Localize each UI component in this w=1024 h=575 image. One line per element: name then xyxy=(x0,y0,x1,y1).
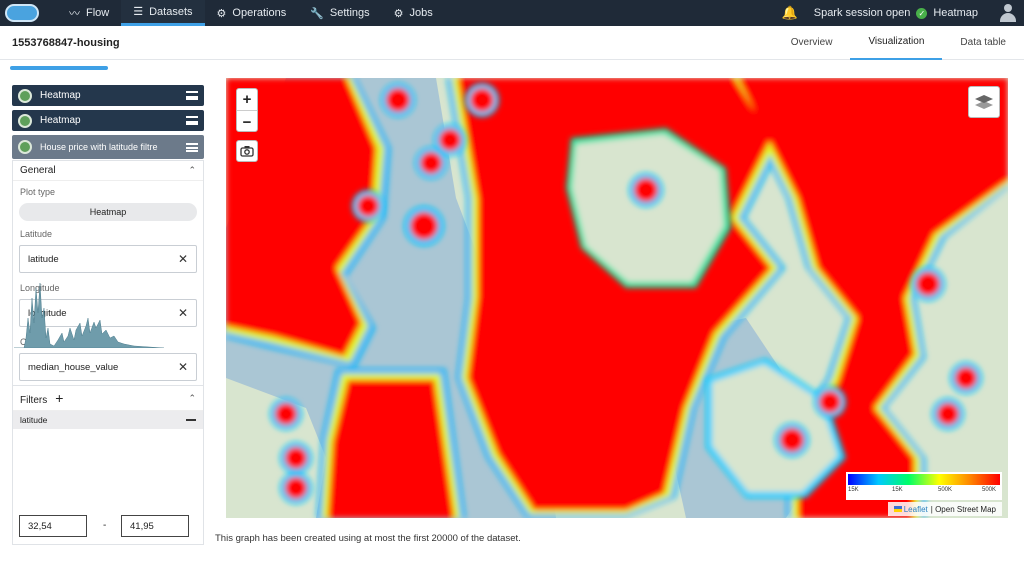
dataset-note: This graph has been created using at mos… xyxy=(215,533,521,544)
nav-flow[interactable]: 〰 Flow xyxy=(57,0,121,26)
filter-item-latitude[interactable]: latitude xyxy=(13,411,203,429)
histogram-area xyxy=(14,282,165,348)
heatmap-map[interactable]: + − 15K 15K 500K 500K Leaflet | Open Str… xyxy=(226,78,1008,518)
count-value: median_house_value xyxy=(28,361,119,373)
layer-map-icon xyxy=(18,113,32,128)
dataset-title: 1553768847-housing xyxy=(12,36,120,49)
settings-icon: 🔧 xyxy=(310,7,324,20)
layer-label: Heatmap xyxy=(40,90,81,101)
osm-attribution: | Open Street Map xyxy=(930,504,996,514)
tab-overview[interactable]: Overview xyxy=(773,26,851,60)
nav-operations[interactable]: ⚙ Operations xyxy=(205,0,299,26)
zoom-control: + − xyxy=(236,88,258,132)
session-status: Spark session open xyxy=(813,7,911,19)
heat-legend: 15K 15K 500K 500K xyxy=(846,472,1002,500)
latitude-label: Latitude xyxy=(20,229,53,239)
range-separator: - xyxy=(103,520,107,531)
jobs-icon: ⚙ xyxy=(393,7,404,20)
filters-title: Filters xyxy=(20,395,48,406)
camera-icon xyxy=(240,146,254,157)
legend-tick: 500K xyxy=(938,487,953,493)
nav-operations-label: Operations xyxy=(232,7,287,19)
app-logo[interactable] xyxy=(5,4,39,22)
layer-map-icon xyxy=(18,140,32,154)
layer-label: House price with latitude filtre xyxy=(40,142,158,152)
flow-icon: 〰 xyxy=(69,8,80,20)
operations-icon: ⚙ xyxy=(216,7,227,20)
clear-icon[interactable]: ✕ xyxy=(178,252,188,266)
map-attribution: Leaflet | Open Street Map xyxy=(887,502,1002,516)
map-canvas xyxy=(226,78,1008,518)
legend-gradient xyxy=(848,474,1000,485)
menu-icon[interactable] xyxy=(186,116,198,125)
camera-icon-top xyxy=(244,146,250,149)
latitude-field[interactable]: latitude ✕ xyxy=(19,245,197,273)
view-tabs: Overview Visualization Data table xyxy=(773,26,1024,60)
dataset-header: 1553768847-housing Overview Visualizatio… xyxy=(0,26,1024,60)
menu-icon[interactable] xyxy=(186,91,198,100)
top-nav: 〰 Flow ☰ Datasets ⚙ Operations 🔧 Setting… xyxy=(0,0,1024,26)
tab-visualization[interactable]: Visualization xyxy=(850,26,943,60)
latitude-histogram[interactable] xyxy=(14,278,184,348)
legend-tick: 15K xyxy=(848,487,859,493)
filter-name: latitude xyxy=(20,415,48,425)
nav-settings-label: Settings xyxy=(329,7,370,19)
layers-icon-front xyxy=(975,95,993,103)
check-circle-icon: ✓ xyxy=(916,7,928,19)
layers-icon xyxy=(975,95,993,109)
bell-icon[interactable]: 🔔 xyxy=(782,5,798,21)
layer-list: Heatmap Heatmap House price with latitud… xyxy=(12,85,204,163)
nav-datasets[interactable]: ☰ Datasets xyxy=(121,0,205,26)
filters-section-header[interactable]: Filters + ⌃ xyxy=(13,385,203,411)
layer-item-house-price[interactable]: House price with latitude filtre xyxy=(12,135,204,159)
general-title: General xyxy=(20,165,56,176)
menu-icon[interactable] xyxy=(186,142,198,152)
range-min-input[interactable]: 32,54 xyxy=(19,515,87,537)
legend-tick: 500K xyxy=(982,487,997,493)
plot-type-select[interactable]: Heatmap xyxy=(19,203,197,221)
leaflet-link[interactable]: Leaflet xyxy=(904,505,928,514)
layer-map-icon xyxy=(18,88,32,103)
layer-config-panel: General ⌃ Plot type Heatmap Latitude lat… xyxy=(12,160,204,545)
count-field[interactable]: median_house_value ✕ xyxy=(19,353,197,381)
clear-icon[interactable]: ✕ xyxy=(178,360,188,374)
general-section-header[interactable]: General ⌃ xyxy=(13,161,203,181)
range-max-input[interactable]: 41,95 xyxy=(121,515,189,537)
nav-settings[interactable]: 🔧 Settings xyxy=(298,0,381,26)
nav-jobs[interactable]: ⚙ Jobs xyxy=(382,0,445,26)
chevron-up-icon[interactable]: ⌃ xyxy=(188,165,196,176)
layer-label: Heatmap xyxy=(40,115,81,126)
nav-right: 🔔 Spark session open ✓ Heatmap xyxy=(782,3,1018,23)
zoom-out-button[interactable]: − xyxy=(237,111,257,133)
layer-item-heatmap-1[interactable]: Heatmap xyxy=(12,85,204,106)
nav-flow-label: Flow xyxy=(86,7,110,19)
current-view-label: Heatmap xyxy=(933,7,978,19)
datasets-icon: ☰ xyxy=(133,6,144,18)
plot-type-label: Plot type xyxy=(20,187,56,197)
camera-button[interactable] xyxy=(236,140,258,162)
ukraine-flag-icon xyxy=(893,506,902,512)
layers-toggle-button[interactable] xyxy=(968,86,1000,118)
layer-item-heatmap-2[interactable]: Heatmap xyxy=(12,110,204,131)
nav-datasets-label: Datasets xyxy=(149,5,193,18)
add-filter-icon[interactable]: + xyxy=(55,390,63,406)
remove-filter-icon[interactable] xyxy=(186,419,196,421)
user-avatar-icon[interactable] xyxy=(998,3,1018,23)
latitude-value: latitude xyxy=(28,253,59,265)
nav-jobs-label: Jobs xyxy=(409,7,433,19)
zoom-in-button[interactable]: + xyxy=(237,89,257,111)
tab-data-table[interactable]: Data table xyxy=(942,26,1024,60)
camera-icon-lens xyxy=(244,149,250,155)
legend-tick: 15K xyxy=(892,487,903,493)
loading-bar xyxy=(10,66,108,70)
chevron-up-icon[interactable]: ⌃ xyxy=(188,393,196,404)
